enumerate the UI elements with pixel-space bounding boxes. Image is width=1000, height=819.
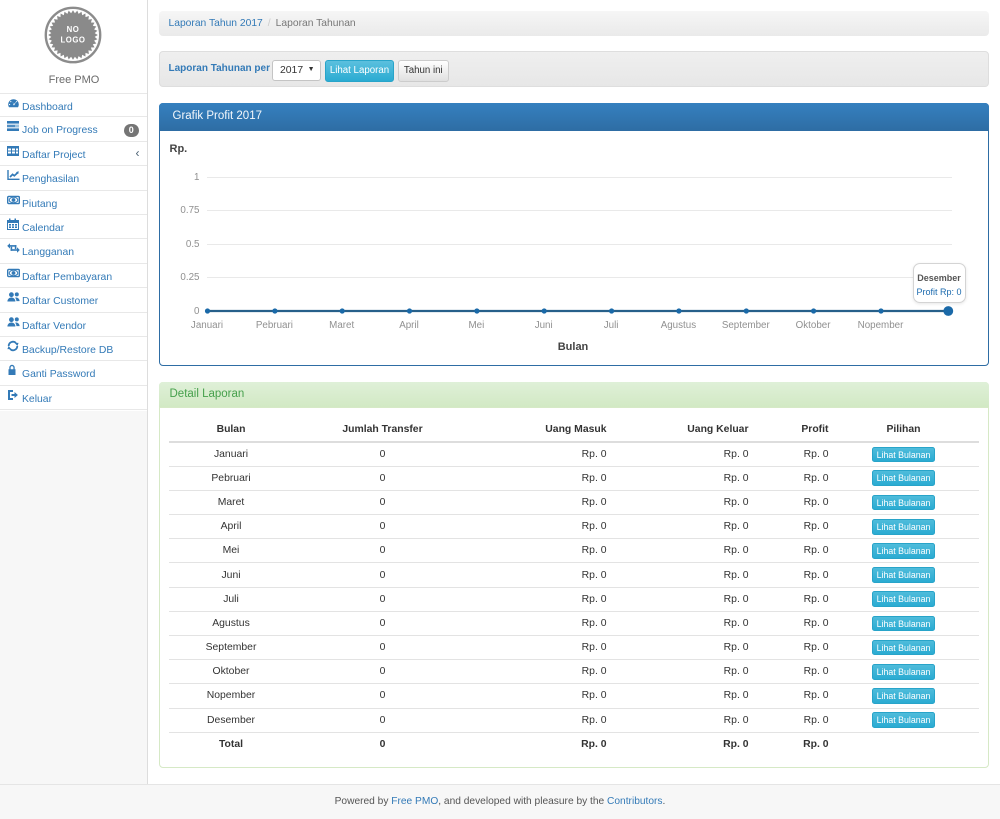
svg-text:NO: NO (67, 25, 80, 34)
svg-text:LOGO: LOGO (61, 35, 86, 44)
